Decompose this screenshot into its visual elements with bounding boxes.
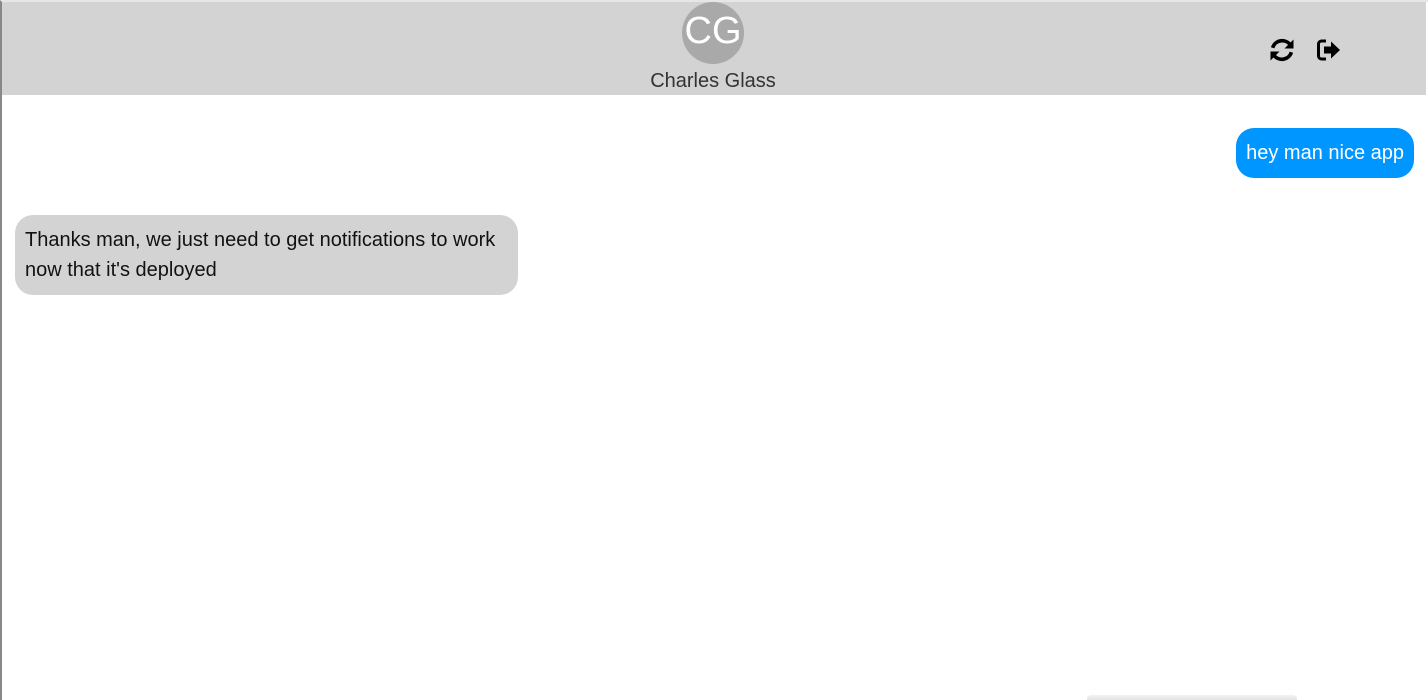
refresh-icon bbox=[1270, 38, 1294, 62]
refresh-button[interactable] bbox=[1267, 35, 1297, 65]
logout-button[interactable] bbox=[1314, 35, 1344, 65]
chat-app: CG Charles Glass hey man nice app Thanks… bbox=[0, 0, 1428, 700]
received-message: Thanks man, we just need to get notifica… bbox=[15, 215, 518, 295]
avatar[interactable]: CG bbox=[682, 2, 744, 64]
sent-message: hey man nice app bbox=[1236, 128, 1414, 178]
contact-name: Charles Glass bbox=[650, 70, 776, 92]
logout-icon bbox=[1317, 39, 1340, 61]
bottom-panel-edge bbox=[1087, 695, 1297, 700]
chat-header: CG Charles Glass bbox=[2, 2, 1426, 95]
message-list[interactable]: hey man nice app Thanks man, we just nee… bbox=[2, 95, 1426, 700]
